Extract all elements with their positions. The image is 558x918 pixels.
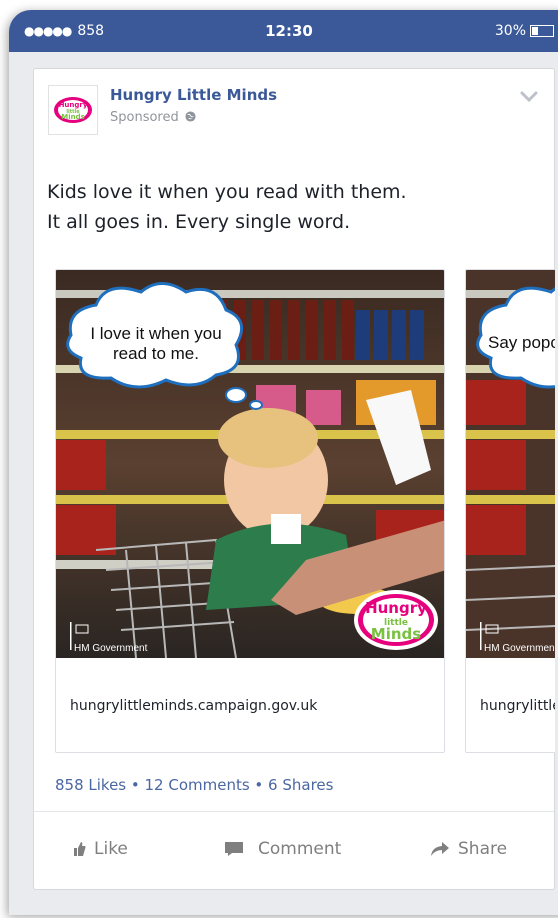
bubble-text-line-2: read to me. [113, 344, 199, 363]
hm-government-label: HM Governmen [484, 643, 555, 654]
hm-government-label: HM Government [74, 643, 148, 654]
svg-text:Hungry: Hungry [59, 101, 88, 109]
thumbs-up-icon [74, 842, 86, 856]
link-caption[interactable]: hungrylittleminds.campaign.gov.uk [70, 698, 317, 714]
bubble-text-line-1: Say popc [488, 333, 555, 352]
chevron-down-icon[interactable] [520, 91, 538, 103]
phone-frame: ●●●●● 858 12:30 30% Hungry little Minds … [9, 10, 558, 915]
share-icon [431, 842, 449, 856]
sponsored-label: Sponsored [110, 110, 196, 125]
post-card: Hungry little Minds Hungry Little Minds … [33, 68, 555, 890]
ad-image[interactable]: I love it when you read to me. HM Govern… [56, 270, 444, 658]
post-message: Kids love it when you read with them. It… [47, 181, 407, 233]
engagement-stats[interactable]: 858 Likes • 12 Comments • 6 Shares [55, 776, 333, 794]
share-button[interactable]: Share [430, 839, 507, 859]
ad-image[interactable]: Say popc HM Governmen [466, 270, 555, 658]
post-header: Hungry little Minds Hungry Little Minds … [48, 83, 548, 135]
link-caption[interactable]: hungrylittle [480, 698, 555, 714]
svg-text:Minds: Minds [371, 625, 421, 643]
clock: 12:30 [265, 22, 313, 40]
hungry-little-minds-logo-icon: Hungry little Minds [54, 97, 92, 123]
globe-icon [185, 111, 196, 122]
like-button[interactable]: Like [72, 839, 128, 859]
carousel-slide[interactable]: I love it when you read to me. HM Govern… [55, 269, 445, 753]
page-avatar[interactable]: Hungry little Minds [48, 85, 98, 135]
svg-text:Minds: Minds [61, 113, 85, 121]
page-name-link[interactable]: Hungry Little Minds [110, 86, 277, 104]
svg-text:Hungry: Hungry [365, 599, 427, 617]
carousel-slide[interactable]: Say popc HM Governmen hungrylittle [465, 269, 555, 753]
battery-status: 30% [495, 23, 554, 39]
status-bar: ●●●●● 858 12:30 30% [9, 10, 558, 52]
battery-icon [530, 25, 554, 37]
battery-percent: 30% [494, 23, 526, 39]
comment-icon [225, 842, 243, 856]
action-bar: Like Comment Share [34, 811, 554, 890]
carousel: I love it when you read to me. HM Govern… [55, 269, 555, 755]
bubble-text-line-1: I love it when you [90, 324, 221, 343]
comment-button[interactable]: Comment [224, 839, 341, 859]
